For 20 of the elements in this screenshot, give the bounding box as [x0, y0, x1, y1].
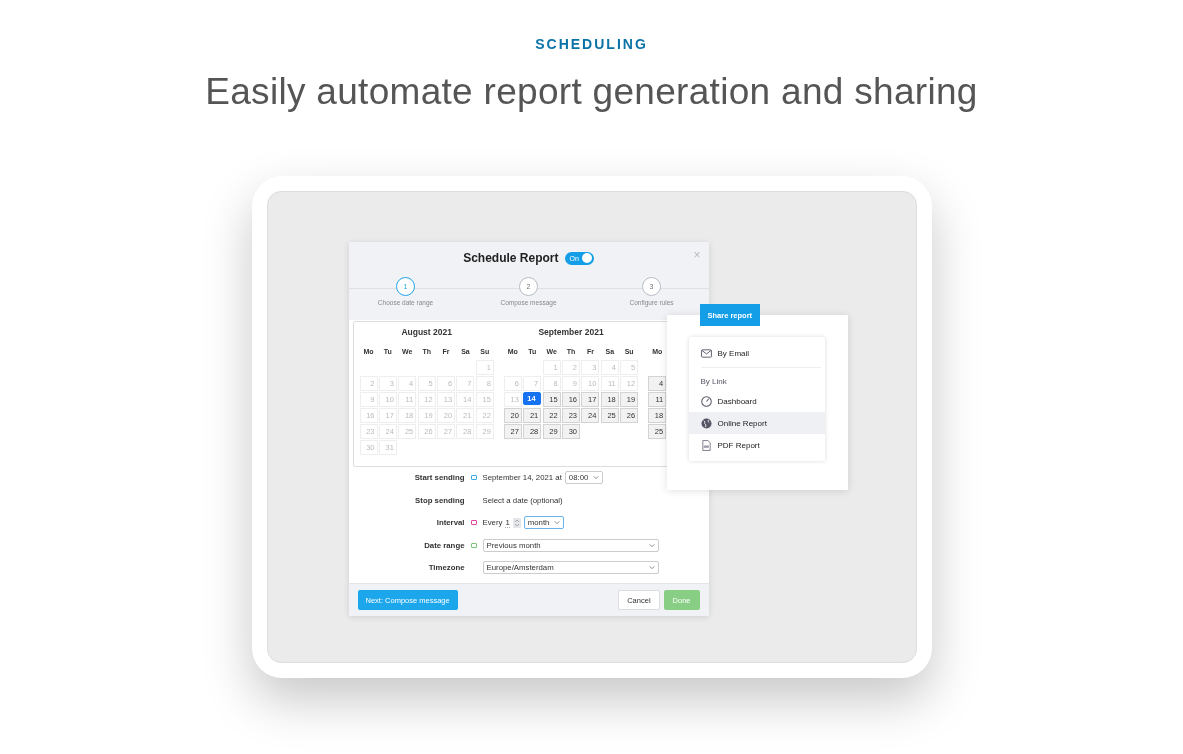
close-button[interactable]: ×	[693, 249, 701, 261]
share-menu-item[interactable]: Online Report	[688, 412, 825, 434]
gauge-icon	[700, 395, 712, 407]
menu-section-heading: By Link	[699, 376, 728, 388]
envelope-icon	[700, 347, 712, 359]
chevron-down-icon	[648, 542, 655, 548]
chevron-down-icon	[554, 520, 561, 525]
globe-icon	[700, 417, 712, 429]
section-eyebrow: SCHEDULING	[535, 36, 648, 52]
chevron-down-icon	[648, 565, 655, 570]
headline: Easily automate report generation and sharing	[205, 70, 978, 114]
share-menu-item[interactable]: By Email	[688, 342, 825, 364]
chevron-down-icon	[593, 475, 600, 480]
month-title: August 2021	[400, 326, 453, 338]
share-menu-item[interactable]: Dashboard	[688, 390, 825, 412]
month-title: September 2021	[537, 326, 605, 338]
share-menu-item[interactable]: PDF Report	[688, 434, 825, 456]
spinner-icon[interactable]	[512, 517, 521, 528]
pdf-file-icon	[700, 439, 712, 451]
dialog-title: Schedule Report	[463, 251, 559, 265]
